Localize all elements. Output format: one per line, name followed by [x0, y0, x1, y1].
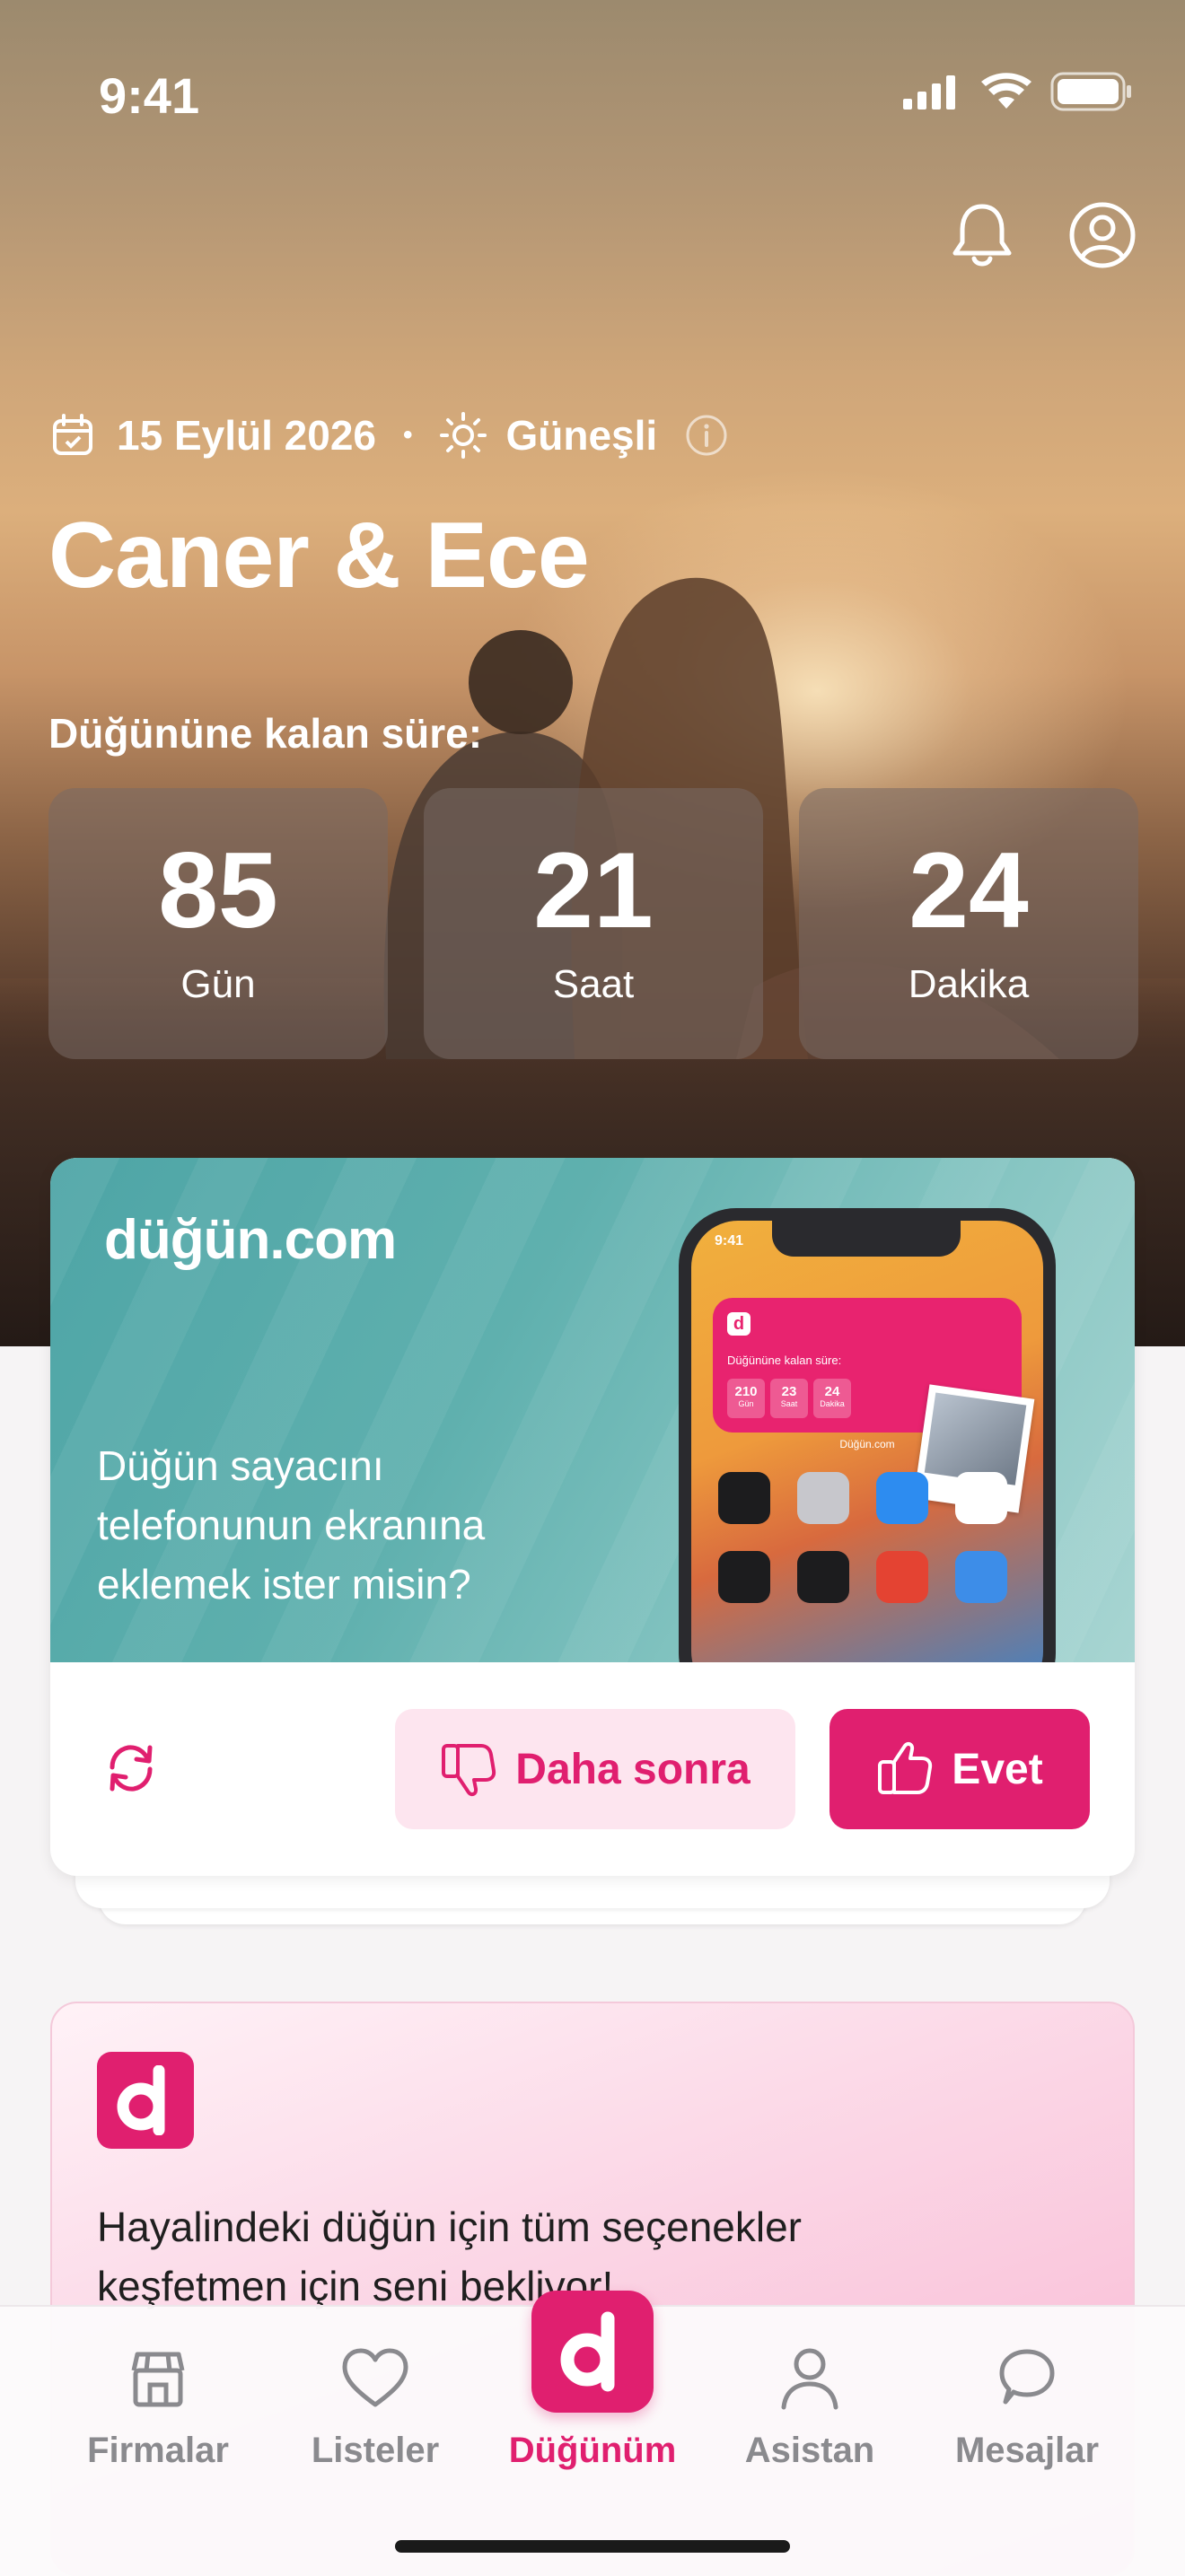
tab-listeler[interactable]: Listeler	[268, 2343, 483, 2471]
tab-label: Mesajlar	[954, 2431, 1100, 2470]
user-circle-icon	[1069, 202, 1136, 268]
status-bar: 9:41	[0, 0, 1185, 180]
clock-app-icon	[718, 1472, 770, 1524]
bell-icon	[952, 204, 1012, 267]
later-button[interactable]: Daha sonra	[395, 1709, 795, 1829]
yes-label: Evet	[952, 1745, 1043, 1793]
tab-label: Firmalar	[87, 2431, 229, 2470]
refresh-icon	[110, 1745, 153, 1792]
tab-label: Düğünüm	[508, 2431, 677, 2470]
brand-d-icon: d	[727, 1312, 750, 1336]
files-app-icon	[955, 1472, 1007, 1524]
later-label: Daha sonra	[515, 1745, 750, 1793]
thumbs-down-icon	[442, 1744, 496, 1797]
promo-banner: düğün.com Düğün sayacını telefonunun ekr…	[50, 1158, 1135, 1662]
phone-time: 9:41	[715, 1233, 744, 1249]
meta-separator: •	[402, 420, 413, 450]
countdown-unit: Gün	[180, 962, 256, 1006]
wedding-meta: 15 Eylül 2026 • Güneşli	[50, 411, 729, 460]
camera-app-icon	[797, 1472, 849, 1524]
countdown-value: 24	[908, 830, 1029, 951]
status-icons	[901, 72, 1133, 111]
todoist-app-icon	[876, 1551, 928, 1603]
store-icon	[131, 2352, 185, 2407]
weather-label: Güneşli	[505, 412, 658, 459]
countdown-unit: Dakika	[908, 962, 1030, 1006]
wedding-date: 15 Eylül 2026	[117, 412, 376, 459]
widget-title: Düğününe kalan süre:	[727, 1354, 842, 1367]
sun-icon	[439, 412, 487, 459]
tab-label: Listeler	[311, 2431, 440, 2470]
countdown-days: 85 Gün	[48, 788, 388, 1059]
couple-names: Caner & Ece	[48, 504, 590, 608]
chat-bubble-icon	[999, 2349, 1055, 2405]
battery-icon	[1050, 72, 1131, 111]
promo-actions: Daha sonra Evet	[50, 1662, 1135, 1876]
header-actions	[946, 199, 1138, 271]
brand-logo: düğün.com	[104, 1209, 397, 1271]
tab-asistan[interactable]: Asistan	[702, 2343, 917, 2471]
tv-app-icon	[718, 1551, 770, 1603]
thumbs-up-icon	[878, 1741, 933, 1794]
tab-mesajlar[interactable]: Mesajlar	[919, 2343, 1135, 2471]
countdown-value: 85	[158, 830, 278, 951]
phone-mockup: 9:41 d Düğününe kalan süre: 210 Gün 23 Saa…	[679, 1208, 1056, 1662]
brand-d-icon	[560, 2311, 615, 2392]
brand-d-icon	[97, 2052, 194, 2149]
countdown-value: 21	[533, 830, 654, 951]
promo-text: Düğün sayacını telefonunun ekranına ekle…	[97, 1442, 486, 1608]
calendar-icon	[53, 414, 92, 455]
widget-promo-card: düğün.com Düğün sayacını telefonunun ekr…	[50, 1158, 1135, 1876]
home-indicator	[395, 2540, 790, 2553]
wifi-icon	[981, 73, 1031, 109]
countdown-unit: Saat	[552, 962, 635, 1006]
heart-icon	[342, 2348, 408, 2407]
stocks-app-icon	[797, 1551, 849, 1603]
notifications-button[interactable]	[946, 199, 1018, 271]
tab-label: Asistan	[744, 2431, 875, 2470]
twist-app-icon	[955, 1551, 1007, 1603]
profile-button[interactable]	[1066, 199, 1138, 271]
person-icon	[781, 2348, 838, 2410]
mail-app-icon	[876, 1472, 928, 1524]
cellular-signal-icon	[903, 75, 955, 110]
refresh-button[interactable]	[95, 1732, 167, 1804]
app-icon-grid	[718, 1472, 1007, 1603]
widget-caption: Düğün.com	[839, 1438, 895, 1450]
dugunum-tab-button[interactable]	[531, 2291, 654, 2413]
info-icon[interactable]	[684, 413, 729, 458]
countdown-hours: 21 Saat	[424, 788, 763, 1059]
tab-firmalar[interactable]: Firmalar	[50, 2343, 266, 2471]
countdown-label: Düğününe kalan süre:	[48, 710, 483, 757]
countdown-widget-preview: d Düğününe kalan süre: 210 Gün 23 Saat 24 D…	[713, 1298, 1035, 1513]
card-stack-shadow	[75, 1872, 1110, 1908]
status-time: 9:41	[99, 67, 200, 124]
yes-button[interactable]: Evet	[830, 1709, 1090, 1829]
countdown-minutes: 24 Dakika	[799, 788, 1138, 1059]
countdown: 85 Gün 21 Saat 24 Dakika	[48, 788, 1138, 1059]
